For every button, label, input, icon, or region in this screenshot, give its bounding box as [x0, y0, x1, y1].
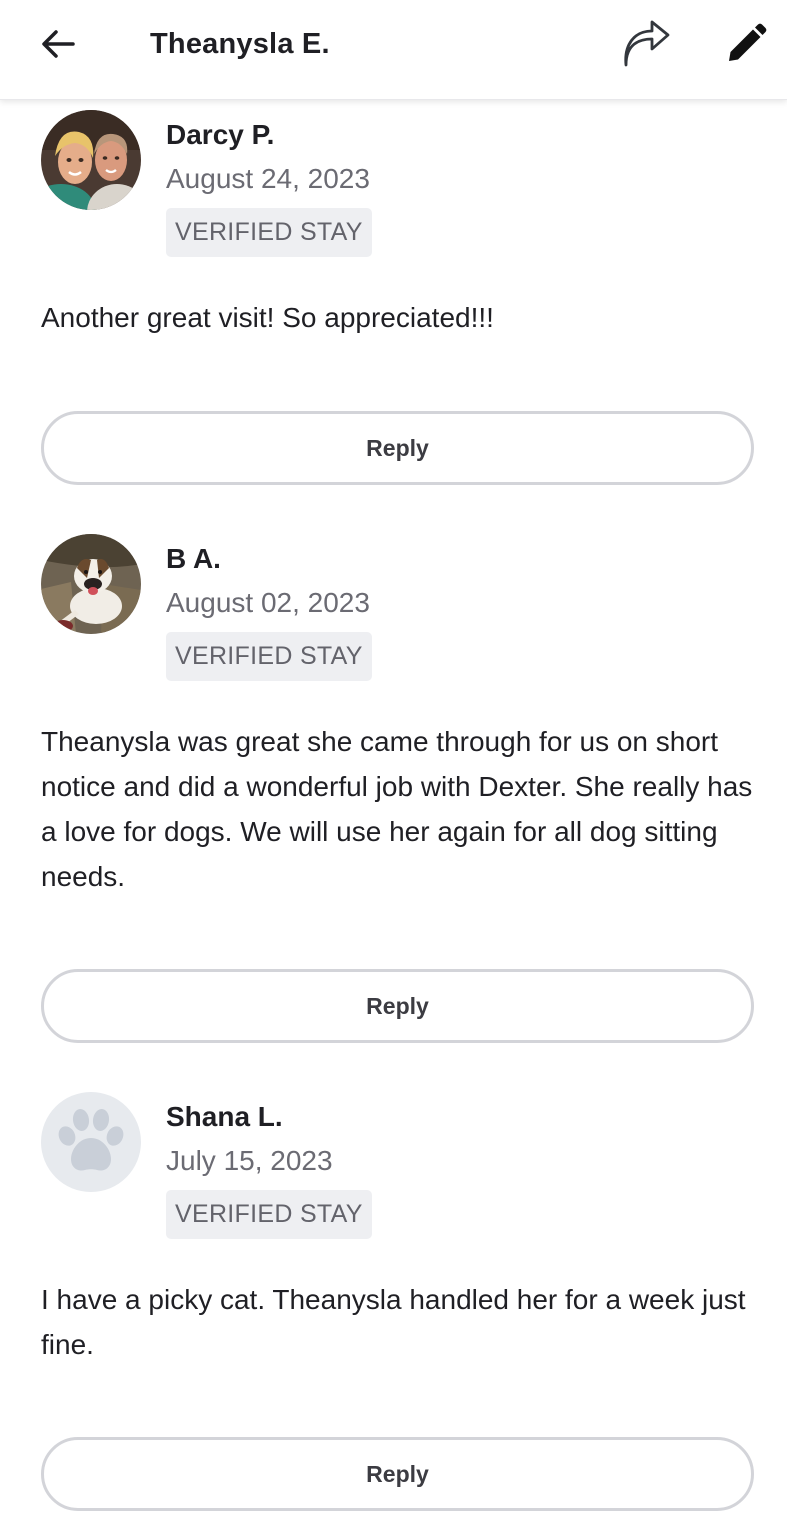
review-text: Theanysla was great she came through for…	[41, 726, 753, 892]
review-date: August 02, 2023	[166, 587, 370, 618]
page-title: Theanysla E.	[150, 28, 330, 60]
avatar	[41, 534, 141, 634]
share-button[interactable]	[618, 16, 674, 72]
pencil-icon	[729, 23, 767, 61]
top-app-bar: Theanysla E.	[0, 0, 787, 100]
reviewer-name: B A.	[166, 543, 221, 574]
avatar	[41, 1092, 141, 1192]
verified-stay-badge: VERIFIED STAY	[166, 208, 372, 257]
back-button[interactable]	[36, 22, 80, 66]
reviewer-name: Shana L.	[166, 1101, 283, 1132]
reviews-list: Darcy P. August 24, 2023 VERIFIED STAY A…	[0, 100, 787, 1536]
verified-stay-badge: VERIFIED STAY	[166, 632, 372, 681]
reply-button[interactable]: Reply	[41, 1437, 754, 1511]
review-date: July 15, 2023	[166, 1145, 333, 1176]
share-arrow-icon	[624, 20, 670, 67]
verified-stay-badge: VERIFIED STAY	[166, 1190, 372, 1239]
edit-button[interactable]	[720, 18, 772, 70]
reviewer-name: Darcy P.	[166, 119, 275, 150]
avatar-photo	[41, 110, 141, 210]
reply-button[interactable]: Reply	[41, 969, 754, 1043]
arrow-left-icon	[42, 30, 75, 58]
review-text: I have a picky cat. Theanysla handled he…	[41, 1284, 746, 1360]
reply-button[interactable]: Reply	[41, 411, 754, 485]
review-date: August 24, 2023	[166, 163, 370, 194]
avatar	[41, 110, 141, 210]
review-text: Another great visit! So appreciated!!!	[41, 302, 494, 333]
avatar-photo	[41, 534, 141, 634]
paw-icon	[58, 1109, 124, 1171]
